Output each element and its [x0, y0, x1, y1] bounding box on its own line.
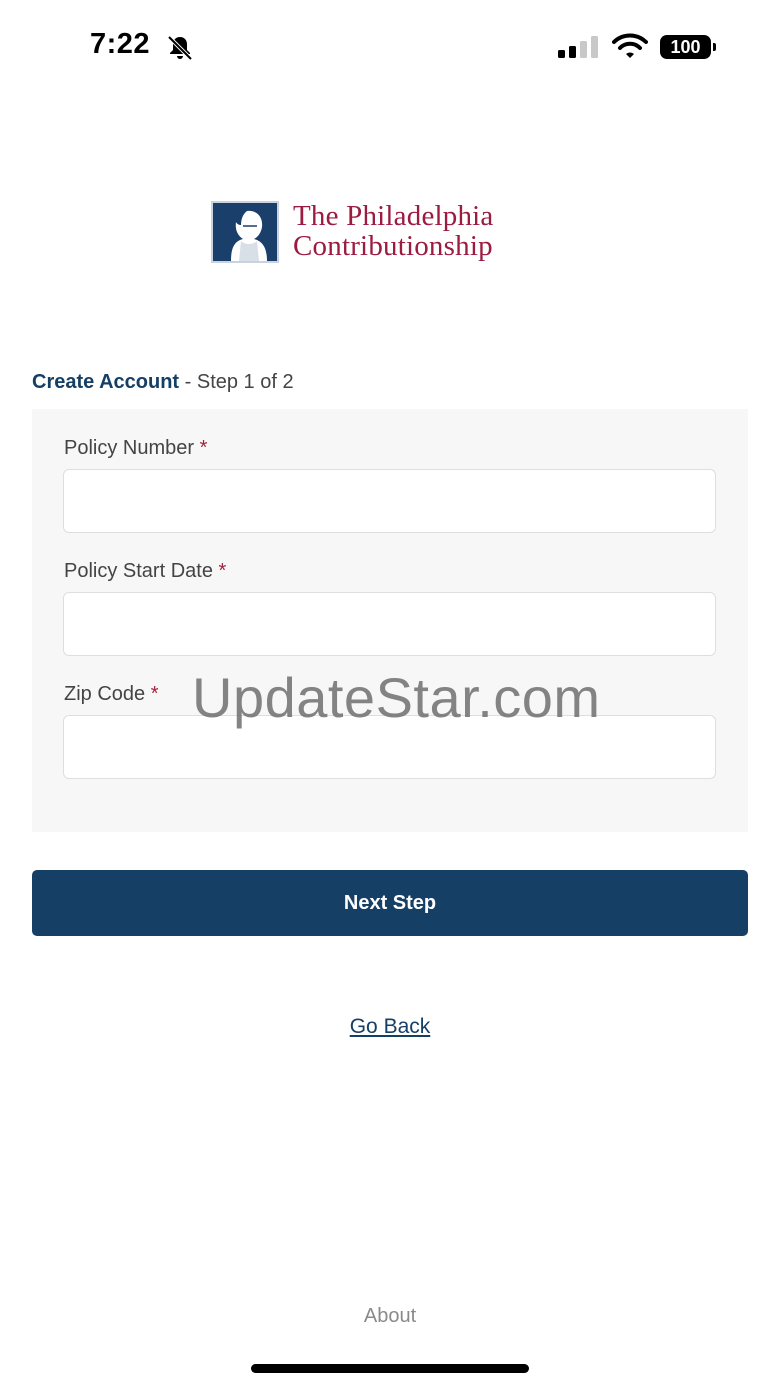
zip-code-label: Zip Code *: [64, 683, 159, 706]
bell-slash-icon: [167, 35, 193, 61]
brand-logo: The Philadelphia Contributionship: [211, 201, 581, 265]
go-back-link[interactable]: Go Back: [0, 1015, 780, 1039]
about-label[interactable]: About: [364, 1305, 416, 1327]
step-indicator: - Step 1 of 2: [184, 371, 294, 393]
brand-name-line2: Contributionship: [293, 230, 493, 262]
account-form: Policy Number * Policy Start Date * Zip …: [32, 409, 748, 832]
required-marker: *: [199, 437, 208, 459]
policy-start-date-input[interactable]: [63, 592, 716, 656]
page-heading: Create Account - Step 1 of 2: [32, 371, 294, 394]
go-back-label[interactable]: Go Back: [350, 1015, 431, 1038]
page-title: Create Account: [32, 371, 180, 393]
zip-code-label-text: Zip Code: [64, 683, 146, 705]
about-link[interactable]: About: [0, 1305, 780, 1328]
next-step-button[interactable]: Next Step: [32, 870, 748, 936]
policy-start-date-label: Policy Start Date *: [64, 560, 226, 583]
home-indicator[interactable]: [251, 1364, 529, 1373]
wifi-icon: [612, 33, 648, 58]
franklin-portrait-icon: [211, 201, 279, 263]
required-marker: *: [218, 560, 227, 582]
battery-tip: [713, 43, 716, 51]
brand-name: The Philadelphia Contributionship: [293, 201, 494, 261]
brand-name-line1: The Philadelphia: [293, 200, 494, 232]
required-marker: *: [150, 683, 159, 705]
watermark: UpdateStar.com: [192, 666, 601, 729]
policy-number-label: Policy Number *: [64, 437, 207, 460]
battery-level: 100: [660, 35, 711, 59]
policy-start-date-label-text: Policy Start Date: [64, 560, 213, 582]
policy-number-label-text: Policy Number: [64, 437, 195, 459]
signal-icon: [558, 36, 598, 58]
policy-number-input[interactable]: [63, 469, 716, 533]
status-bar: 7:22 100: [0, 0, 780, 96]
battery-icon: 100: [660, 35, 716, 59]
status-time: 7:22: [90, 28, 151, 60]
